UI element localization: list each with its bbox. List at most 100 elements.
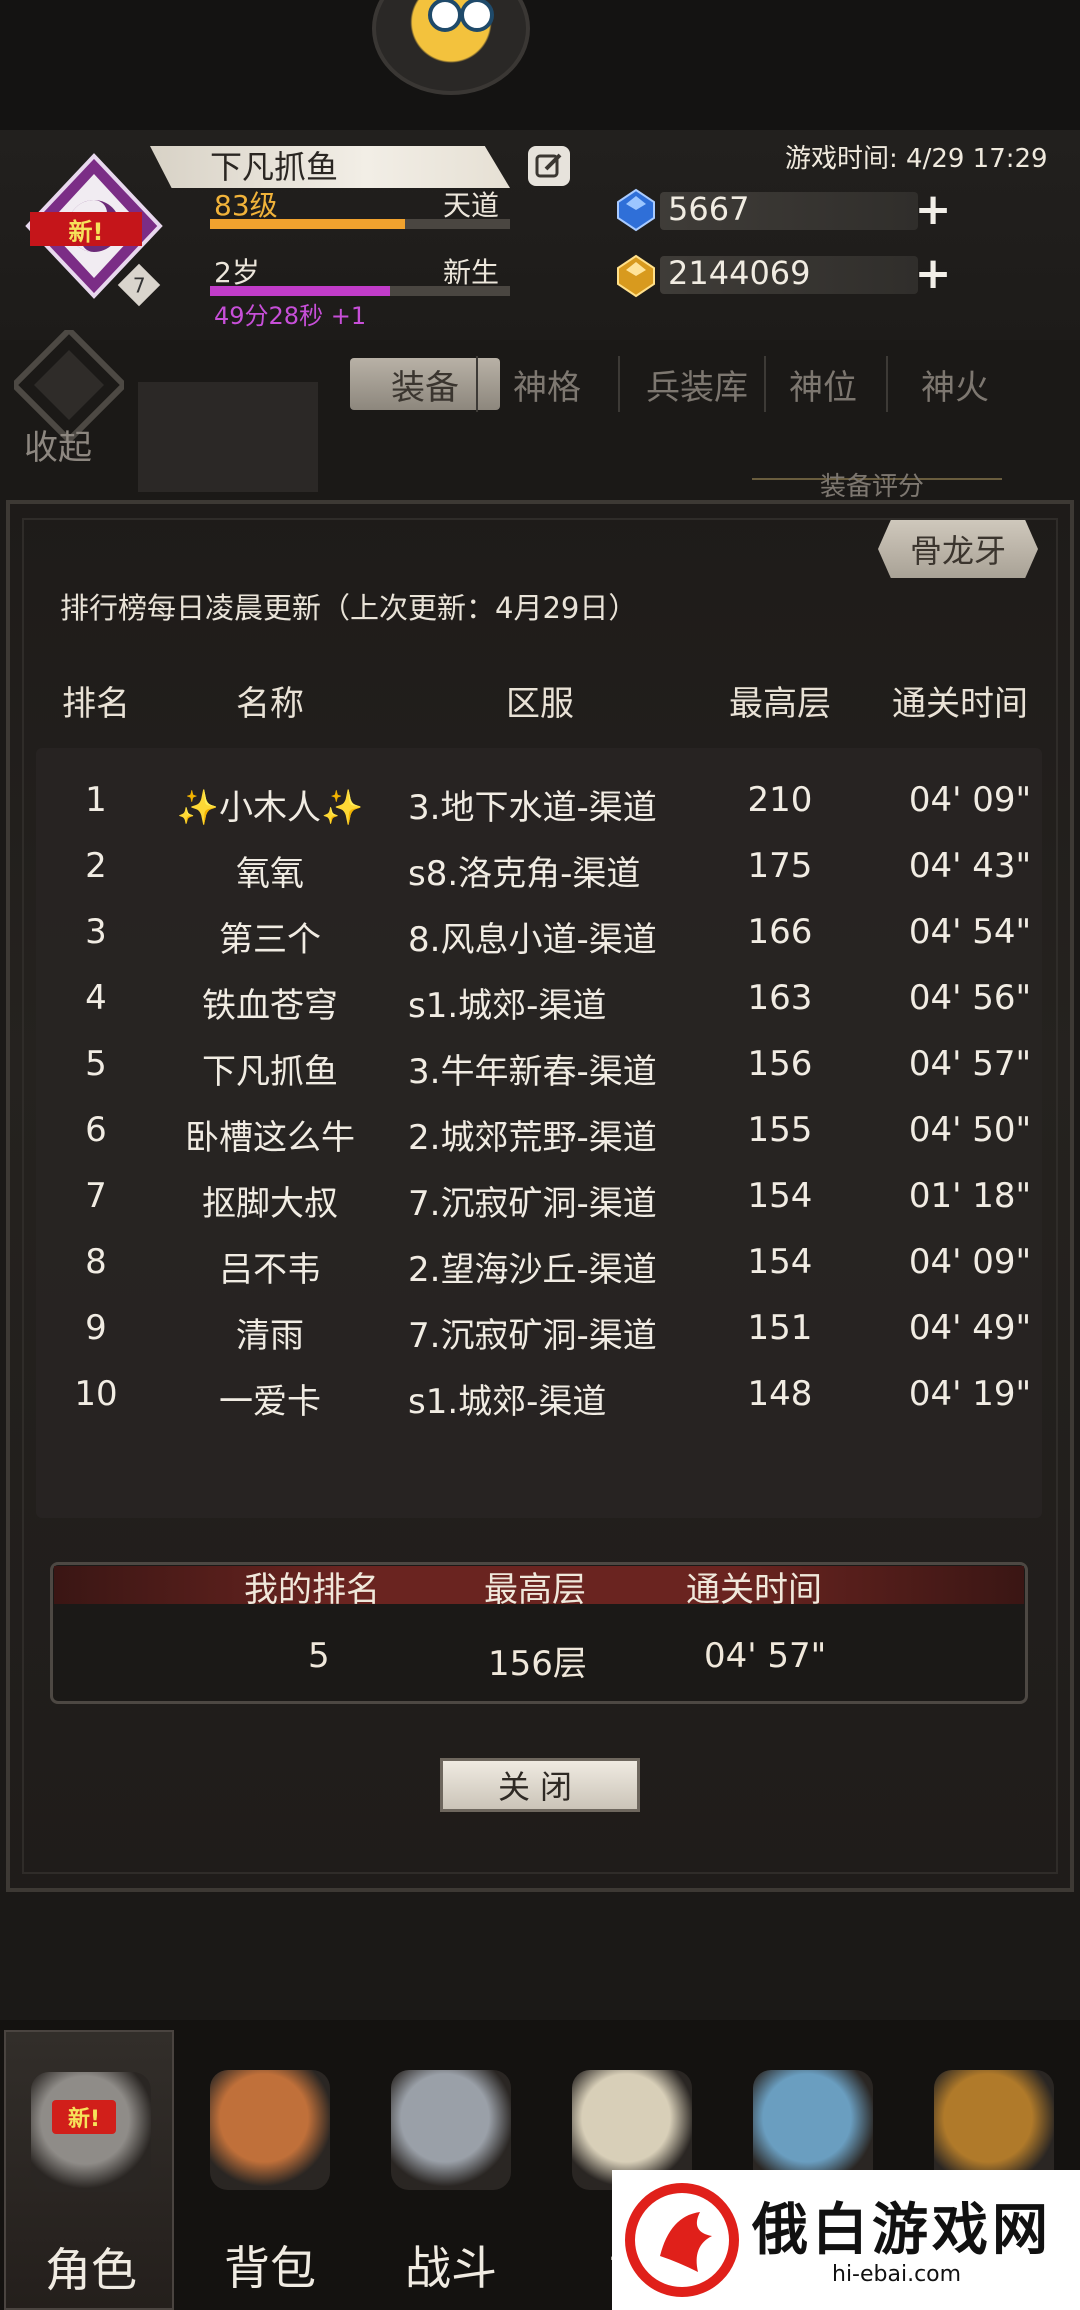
row-rank: 4 [85,978,107,1018]
row-time: 04' 43" [908,846,1032,886]
nav-label: 背包 [224,2241,316,2295]
row-floor: 163 [747,978,813,1018]
plus-icon: + [914,248,952,299]
collapse-label: 收起 [24,428,92,468]
blue-gem-icon [614,188,658,232]
nav-label: 战斗 [405,2241,497,2295]
row-time: 04' 56" [908,978,1032,1018]
my-floor-header: 最高层 [484,1570,586,1610]
player-level: 83级 [214,189,278,222]
row-floor: 175 [747,846,813,886]
add-gems-button[interactable]: + [914,188,952,232]
row-rank: 6 [85,1110,107,1150]
player-name: 下凡抓鱼 [210,148,339,186]
row-floor: 210 [747,780,813,820]
new-badge: 新! [52,2100,116,2134]
row-rank: 3 [85,912,107,952]
equipment-slot[interactable] [138,382,318,492]
row-time: 04' 49" [908,1308,1032,1348]
row-time: 04' 57" [908,1044,1032,1084]
plus-icon: + [914,184,952,235]
row-name: 铁血苍穹 [202,986,338,1026]
mascot-eye-icon [428,0,462,32]
tab-2[interactable]: 兵装库 [622,358,772,410]
row-server: 8.风息小道-渠道 [408,920,657,960]
tab-separator [886,356,888,412]
row-server: 3.地下水道-渠道 [408,788,657,828]
row-name: 抠脚大叔 [202,1184,338,1224]
age-progress-fill [210,286,390,296]
row-name: 氧氧 [236,854,304,894]
row-server: s1.城郊-渠道 [408,986,607,1026]
gold-gem-icon [614,254,658,298]
gold-value: 2144069 [668,254,811,292]
sword-shield-icon [391,2070,511,2190]
player-age: 2岁 [214,256,260,289]
brand-name: 俄白游戏网 [752,2198,1052,2263]
row-time: 04' 09" [908,1242,1032,1282]
rooster-logo-icon [625,2183,739,2297]
player-realm: 天道 [443,189,500,222]
row-server: s8.洛克角-渠道 [408,854,641,894]
row-name: ✨小木人✨ [176,788,364,828]
row-name: 清雨 [236,1316,304,1356]
my-time-header: 通关时间 [686,1570,822,1610]
row-rank: 1 [85,780,107,820]
my-rank-value: 5 [308,1636,330,1676]
row-server: 2.望海沙丘-渠道 [408,1250,657,1290]
row-rank: 10 [74,1374,118,1414]
my-rank-header: 我的排名 [244,1570,380,1610]
dungeon-select-button[interactable]: 骨龙牙 [878,520,1038,578]
tab-4[interactable]: 神火 [890,358,1020,410]
column-header: 区服 [506,684,574,724]
nav-label: 角色 [45,2243,137,2297]
nav-item-1[interactable]: 背包 [185,2030,355,2310]
row-server: 7.沉寂矿洞-渠道 [408,1316,657,1356]
row-time: 04' 50" [908,1110,1032,1150]
tab-3[interactable]: 神位 [768,358,878,410]
row-time: 04' 09" [908,780,1032,820]
avatar-level-value: 7 [132,272,146,297]
row-floor: 154 [747,1176,813,1216]
game-time: 游戏时间: 4/29 17:29 [785,144,1048,174]
row-floor: 156 [747,1044,813,1084]
tab-separator [618,356,620,412]
row-time: 04' 54" [908,912,1032,952]
row-rank: 2 [85,846,107,886]
edit-name-button[interactable] [528,146,570,186]
tab-separator [764,356,766,412]
row-server: s1.城郊-渠道 [408,1382,607,1422]
row-floor: 154 [747,1242,813,1282]
edit-icon [535,153,562,178]
row-floor: 166 [747,912,813,952]
row-floor: 151 [747,1308,813,1348]
row-time: 04' 19" [908,1374,1032,1414]
row-floor: 148 [747,1374,813,1414]
gear-score-label[interactable]: 装备评分 [820,466,924,503]
tab-1[interactable]: 神格 [480,358,614,410]
row-name: 一爱卡 [219,1382,321,1422]
age-realm: 新生 [443,256,500,289]
row-server: 3.牛年新春-渠道 [408,1052,657,1092]
new-badge: 新! [30,212,142,246]
row-rank: 9 [85,1308,107,1348]
row-time: 01' 18" [908,1176,1032,1216]
row-floor: 155 [747,1110,813,1150]
row-server: 7.沉寂矿洞-渠道 [408,1184,657,1224]
mascot-eye-icon [460,0,494,32]
row-rank: 5 [85,1044,107,1084]
row-server: 2.城郊荒野-渠道 [408,1118,657,1158]
backpack-icon [210,2070,330,2190]
update-note: 排行榜每日凌晨更新（上次更新：4月29日） [60,591,638,625]
nav-item-0[interactable]: 角色 [4,2030,174,2310]
gems-value: 5667 [668,190,750,228]
tab-separator [476,356,478,412]
my-floor-value: 156层 [488,1644,587,1684]
row-name: 第三个 [219,920,321,960]
my-time-value: 04' 57" [704,1636,827,1676]
add-gold-button[interactable]: + [914,252,952,296]
age-timer: 49分28秒 +1 [214,302,367,330]
close-button[interactable]: 关闭 [440,1758,640,1812]
top-banner [0,0,1080,130]
nav-item-2[interactable]: 战斗 [366,2030,536,2310]
